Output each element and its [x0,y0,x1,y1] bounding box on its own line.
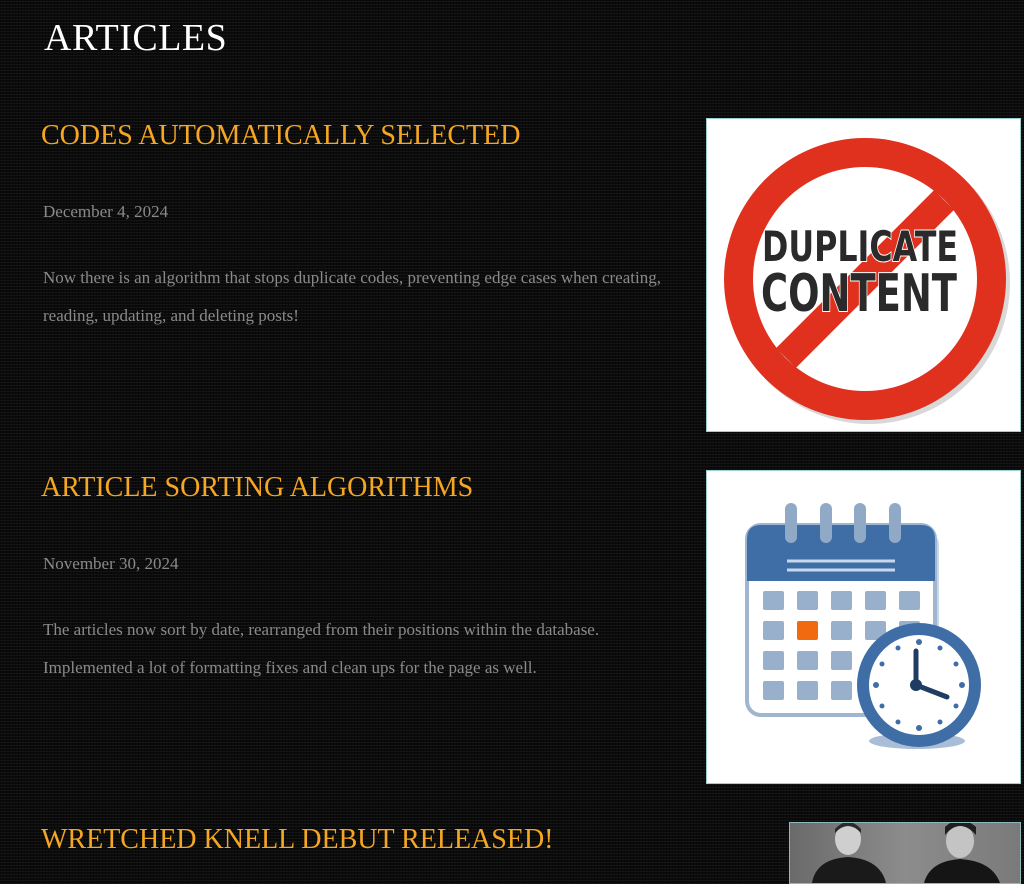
duplicate-content-prohibited-icon: DUPLICATE CONTENT [724,138,1010,424]
article-image[interactable] [789,822,1021,884]
article-title[interactable]: WRETCHED KNELL DEBUT RELEASED! [41,822,554,858]
article-date: November 30, 2024 [43,554,179,573]
article-title[interactable]: ARTICLE SORTING ALGORITHMS [41,470,473,506]
band-photo [790,823,1020,883]
article-date: December 4, 2024 [43,202,169,221]
article-body: Now there is an algorithm that stops dup… [43,268,661,325]
calendar-clock-icon [745,503,981,749]
page-title: ARTICLES [44,17,228,59]
article-image[interactable]: DUPLICATE CONTENT [706,118,1021,432]
image-text-line2: CONTENT [761,264,957,324]
article-body: The articles now sort by date, rearrange… [43,620,600,677]
article-title[interactable]: CODES AUTOMATICALLY SELECTED [41,118,520,154]
article-image[interactable] [706,470,1021,784]
